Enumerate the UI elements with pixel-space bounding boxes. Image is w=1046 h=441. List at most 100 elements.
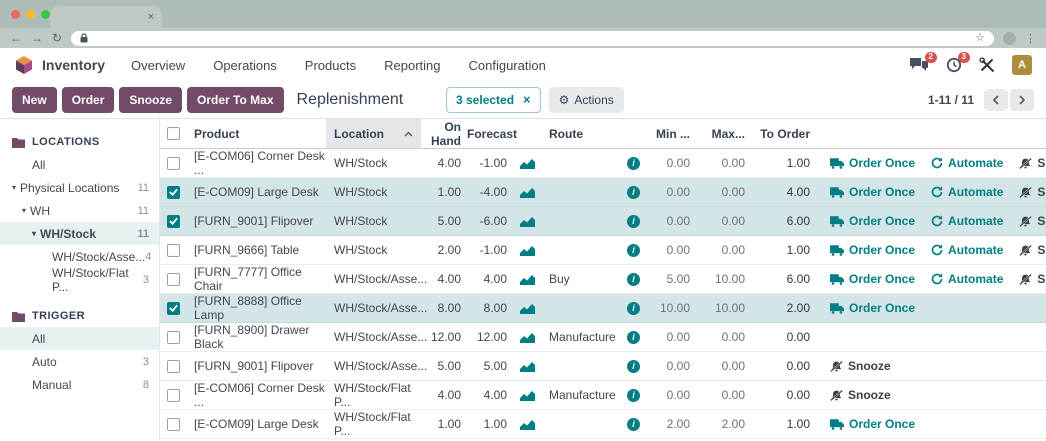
sidebar-item-wh-stock-flat-p-[interactable]: WH/Stock/Flat P...3 bbox=[0, 268, 159, 291]
row-checkbox[interactable] bbox=[167, 186, 180, 199]
info-icon[interactable]: i bbox=[627, 215, 640, 228]
location-cell[interactable]: WH/Stock bbox=[326, 214, 421, 228]
location-cell[interactable]: WH/Stock/Asse... bbox=[326, 301, 421, 315]
sidebar-item-physical-locations[interactable]: ▾Physical Locations11 bbox=[0, 176, 159, 199]
location-cell[interactable]: WH/Stock/Flat P... bbox=[326, 410, 421, 438]
min-qty-cell[interactable]: 10.00 bbox=[646, 301, 696, 315]
forecast-chart-icon[interactable] bbox=[520, 245, 535, 256]
product-cell[interactable]: [FURN_7777] Office Chair bbox=[186, 265, 326, 293]
browser-profile-avatar[interactable] bbox=[1003, 32, 1016, 45]
row-checkbox[interactable] bbox=[167, 389, 180, 402]
automate-button[interactable]: Automate bbox=[931, 156, 1003, 170]
product-cell[interactable]: [E-COM09] Large Desk bbox=[186, 417, 326, 431]
info-cell[interactable]: i bbox=[621, 389, 646, 402]
header-min[interactable]: Min ... bbox=[646, 127, 696, 141]
info-cell[interactable]: i bbox=[621, 302, 646, 315]
product-cell[interactable]: [FURN_9001] Flipover bbox=[186, 359, 326, 373]
order-once-button[interactable]: Order Once bbox=[830, 272, 915, 286]
browser-menu-icon[interactable]: ⋮ bbox=[1025, 32, 1036, 45]
messages-icon[interactable]: 2 bbox=[909, 57, 929, 73]
route-cell[interactable]: Buy bbox=[541, 272, 621, 286]
forecast-chart-cell[interactable] bbox=[513, 361, 541, 372]
forecast-chart-icon[interactable] bbox=[520, 361, 535, 372]
row-checkbox[interactable] bbox=[167, 215, 180, 228]
to-order-cell[interactable]: 0.00 bbox=[751, 388, 816, 402]
info-icon[interactable]: i bbox=[627, 244, 640, 257]
info-cell[interactable]: i bbox=[621, 186, 646, 199]
max-qty-cell[interactable]: 0.00 bbox=[696, 388, 751, 402]
forecast-chart-cell[interactable] bbox=[513, 158, 541, 169]
product-cell[interactable]: [FURN_8888] Office Lamp bbox=[186, 294, 326, 322]
info-icon[interactable]: i bbox=[627, 157, 640, 170]
max-qty-cell[interactable]: 10.00 bbox=[696, 301, 751, 315]
automate-button[interactable]: Automate bbox=[931, 185, 1003, 199]
forecast-chart-cell[interactable] bbox=[513, 274, 541, 285]
snooze-button[interactable]: Snooze bbox=[1019, 243, 1046, 257]
minimize-window-button[interactable] bbox=[26, 10, 35, 19]
product-cell[interactable]: [FURN_9666] Table bbox=[186, 243, 326, 257]
forecast-chart-cell[interactable] bbox=[513, 245, 541, 256]
new-button[interactable]: New bbox=[12, 87, 57, 113]
row-checkbox[interactable] bbox=[167, 360, 180, 373]
min-qty-cell[interactable]: 0.00 bbox=[646, 214, 696, 228]
order-button[interactable]: Order bbox=[62, 87, 115, 113]
header-route[interactable]: Route bbox=[541, 127, 621, 141]
forward-icon[interactable]: → bbox=[31, 32, 43, 44]
snooze-button[interactable]: Snooze bbox=[1019, 272, 1046, 286]
header-to-order[interactable]: To Order bbox=[751, 127, 816, 141]
automate-button[interactable]: Automate bbox=[931, 214, 1003, 228]
location-cell[interactable]: WH/Stock/Flat P... bbox=[326, 381, 421, 409]
sidebar-item-all[interactable]: All bbox=[0, 327, 159, 350]
forecast-chart-cell[interactable] bbox=[513, 303, 541, 314]
info-cell[interactable]: i bbox=[621, 244, 646, 257]
menu-operations[interactable]: Operations bbox=[213, 58, 277, 73]
actions-button[interactable]: ⚙ Actions bbox=[549, 87, 624, 113]
location-cell[interactable]: WH/Stock bbox=[326, 185, 421, 199]
forecast-chart-icon[interactable] bbox=[520, 332, 535, 343]
row-checkbox[interactable] bbox=[167, 273, 180, 286]
order-once-button[interactable]: Order Once bbox=[830, 185, 915, 199]
max-qty-cell[interactable]: 0.00 bbox=[696, 185, 751, 199]
info-icon[interactable]: i bbox=[627, 273, 640, 286]
menu-products[interactable]: Products bbox=[305, 58, 356, 73]
info-cell[interactable]: i bbox=[621, 331, 646, 344]
forecast-chart-cell[interactable] bbox=[513, 419, 541, 430]
to-order-cell[interactable]: 4.00 bbox=[751, 185, 816, 199]
order-once-button[interactable]: Order Once bbox=[830, 156, 915, 170]
location-cell[interactable]: WH/Stock/Asse... bbox=[326, 330, 421, 344]
info-icon[interactable]: i bbox=[627, 360, 640, 373]
order-once-button[interactable]: Order Once bbox=[830, 243, 915, 257]
forecast-chart-icon[interactable] bbox=[520, 274, 535, 285]
route-cell[interactable]: Manufacture bbox=[541, 388, 621, 402]
min-qty-cell[interactable]: 5.00 bbox=[646, 272, 696, 286]
forecast-chart-icon[interactable] bbox=[520, 158, 535, 169]
min-qty-cell[interactable]: 0.00 bbox=[646, 243, 696, 257]
caret-down-icon[interactable]: ▾ bbox=[32, 229, 36, 238]
sidebar-item-manual[interactable]: Manual8 bbox=[0, 373, 159, 396]
max-qty-cell[interactable]: 10.00 bbox=[696, 272, 751, 286]
pager-next-button[interactable] bbox=[1010, 89, 1034, 111]
order-once-button[interactable]: Order Once bbox=[830, 214, 915, 228]
header-location[interactable]: Location bbox=[326, 119, 421, 148]
automate-button[interactable]: Automate bbox=[931, 272, 1003, 286]
snooze-button[interactable]: Snooze bbox=[830, 388, 891, 402]
snooze-button[interactable]: Snooze bbox=[1019, 214, 1046, 228]
back-icon[interactable]: ← bbox=[10, 32, 22, 44]
max-qty-cell[interactable]: 0.00 bbox=[696, 156, 751, 170]
to-order-cell[interactable]: 2.00 bbox=[751, 301, 816, 315]
to-order-cell[interactable]: 1.00 bbox=[751, 156, 816, 170]
close-window-button[interactable] bbox=[11, 10, 20, 19]
tab-close-icon[interactable]: × bbox=[148, 12, 154, 23]
forecast-chart-icon[interactable] bbox=[520, 216, 535, 227]
info-icon[interactable]: i bbox=[627, 331, 640, 344]
forecast-chart-icon[interactable] bbox=[520, 303, 535, 314]
snooze-button[interactable]: Snooze bbox=[830, 359, 891, 373]
max-qty-cell[interactable]: 0.00 bbox=[696, 243, 751, 257]
sidebar-item-auto[interactable]: Auto3 bbox=[0, 350, 159, 373]
automate-button[interactable]: Automate bbox=[931, 243, 1003, 257]
to-order-cell[interactable]: 0.00 bbox=[751, 330, 816, 344]
min-qty-cell[interactable]: 2.00 bbox=[646, 417, 696, 431]
snooze-button[interactable]: Snooze bbox=[119, 87, 182, 113]
forecast-chart-cell[interactable] bbox=[513, 390, 541, 401]
sidebar-item-wh[interactable]: ▾WH11 bbox=[0, 199, 159, 222]
